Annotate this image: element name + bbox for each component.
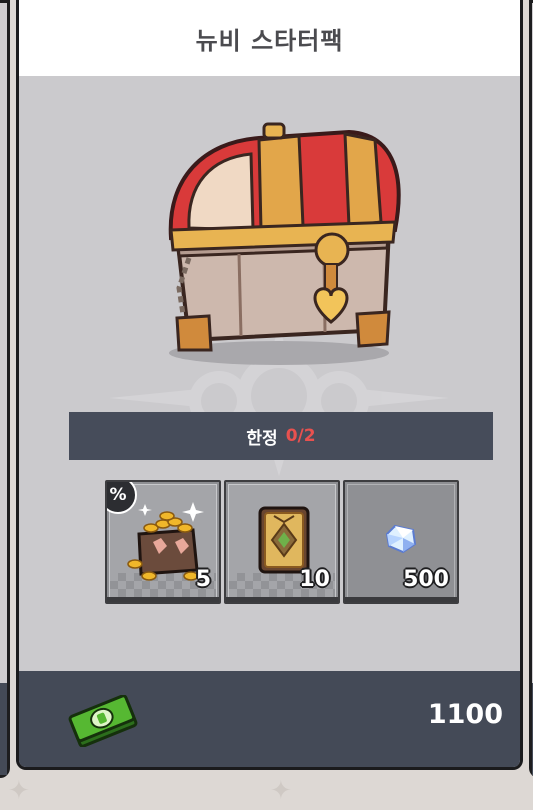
background-strip: ✦ ✦ <box>0 770 533 810</box>
limit-label: 한정 <box>246 428 278 449</box>
price-amount: 1100 <box>427 699 503 730</box>
price-footer[interactable]: 1100 <box>19 671 520 767</box>
crystal-gem-icon <box>385 524 417 554</box>
card-pack-icon <box>258 506 310 574</box>
background-star-icon: ✦ <box>270 776 292 806</box>
card-header: 뉴비 스타터팩 <box>19 0 520 76</box>
next-product-card[interactable] <box>529 0 533 778</box>
treasure-chest-icon <box>168 122 401 365</box>
reward-quantity: 500 <box>403 567 449 592</box>
starter-pack-card[interactable]: 뉴비 스타터팩 한정 0/2 % 5 10 500 1100 <box>16 0 523 770</box>
card-body: 한정 0/2 % 5 10 500 <box>19 76 520 671</box>
reward-item-card-pack[interactable]: 10 <box>224 480 340 604</box>
purchase-limit-bar: 한정 0/2 <box>69 412 493 460</box>
limit-count: 0/2 <box>285 426 316 446</box>
reward-items: % 5 10 500 <box>105 480 459 604</box>
cash-bill-icon <box>68 695 138 747</box>
reward-item-crystal[interactable]: 500 <box>343 480 459 604</box>
reward-quantity: 5 <box>195 567 211 592</box>
background-star-icon: ✦ <box>8 776 30 806</box>
previous-product-card[interactable] <box>0 0 10 778</box>
reward-quantity: 10 <box>299 567 330 592</box>
card-title: 뉴비 스타터팩 <box>195 26 344 55</box>
reward-item-gold[interactable]: % 5 <box>105 480 221 604</box>
